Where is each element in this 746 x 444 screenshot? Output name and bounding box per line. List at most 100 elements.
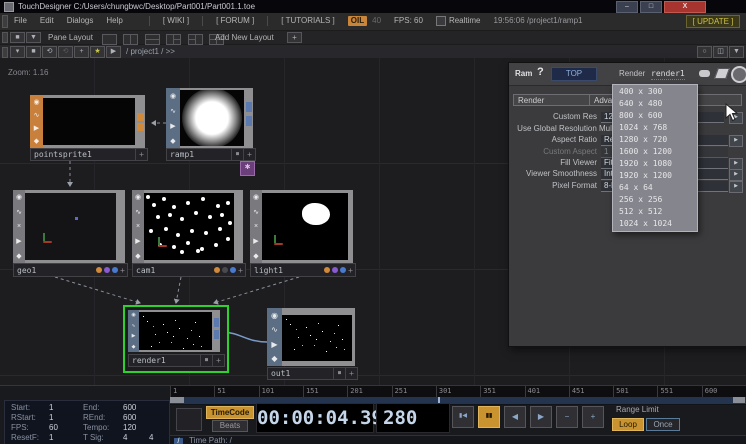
node-render1[interactable]: ◉ ∿ ▶ ◆ [128, 310, 220, 352]
tutorials-link[interactable]: [ TUTORIALS ] [281, 16, 335, 26]
tsig-value-1[interactable]: 4 [123, 432, 127, 443]
eraser-icon[interactable] [714, 68, 730, 79]
oil-badge[interactable]: OIL [348, 16, 367, 26]
pickup-flag-icon[interactable]: ◆ [253, 252, 258, 260]
node-viewer[interactable] [144, 193, 234, 260]
menu-item[interactable]: File [14, 16, 27, 25]
node-cam1[interactable]: ◉ ∿ × ▶ ◆ [132, 190, 243, 263]
menu-item[interactable]: Help [106, 16, 122, 25]
bypass-flag-icon[interactable]: ∿ [253, 208, 259, 216]
node-viewer[interactable] [262, 193, 348, 260]
output-connector[interactable] [214, 318, 219, 327]
node-sidebar[interactable]: ◉ ∿ ▶ ◆ [267, 308, 282, 366]
node-add-icon[interactable]: + [212, 355, 224, 366]
node-viewer[interactable] [43, 98, 135, 145]
resolution-menu-item[interactable]: 256 x 256 [613, 194, 697, 206]
forum-link[interactable]: [ FORUM ] [216, 16, 254, 26]
layout-preset-vsplit[interactable] [123, 34, 138, 45]
pickable-flag[interactable] [230, 267, 236, 273]
layout-preset-hsplit[interactable] [145, 34, 160, 45]
pickup-flag-icon[interactable]: ◆ [271, 354, 277, 363]
render-flag[interactable] [214, 267, 220, 273]
pause-button[interactable]: ▮▮ [478, 406, 500, 428]
resolution-menu-item[interactable]: 1920 x 1080 [613, 158, 697, 170]
node-sidebar[interactable]: ◉ ∿ ▶ ◆ [166, 88, 180, 148]
realtime-toggle[interactable]: Realtime [449, 16, 481, 26]
output-connector[interactable] [246, 116, 252, 126]
pathbar-grip[interactable] [2, 47, 8, 58]
node-render1-selection[interactable]: ◉ ∿ ▶ ◆ render1 ■ + [123, 305, 229, 373]
frame-step-box[interactable] [176, 408, 202, 431]
bypass-flag-icon[interactable]: ∿ [34, 111, 40, 119]
stop-icon[interactable]: ■ [26, 46, 41, 58]
go-to-start-button[interactable]: ▮◀ [452, 406, 474, 428]
node-name-ramp1[interactable]: ramp1 ■ + [166, 148, 256, 161]
back-history-icon[interactable]: ⟲ [42, 46, 57, 58]
bypass-flag-icon[interactable]: ∿ [16, 208, 22, 216]
output-connector[interactable] [137, 113, 144, 121]
node-sidebar[interactable]: ◉ ∿ ▶ ◆ [128, 310, 139, 352]
resolution-menu-item[interactable]: 1280 x 720 [613, 134, 697, 146]
layout-preset-single[interactable] [102, 34, 117, 45]
aspect-menu-button[interactable]: ▶ [729, 135, 743, 147]
resolution-menu-item[interactable]: 512 x 512 [613, 206, 697, 218]
forward-history-icon[interactable]: ⟲ [58, 46, 73, 58]
node-name-pointsprite1[interactable]: pointsprite1 + [30, 148, 148, 161]
smoothness-menu-button[interactable]: ▶ [729, 169, 743, 181]
bypass-flag-icon[interactable]: ∿ [131, 323, 135, 329]
lock-flag-icon[interactable]: ▶ [135, 237, 140, 245]
node-add-icon[interactable]: + [238, 265, 243, 276]
output-connector[interactable] [214, 330, 219, 339]
display-flag[interactable] [222, 267, 228, 273]
render-flag[interactable] [96, 267, 102, 273]
display-flag[interactable] [332, 267, 338, 273]
jump-icon[interactable]: ▶ [106, 46, 121, 58]
palette-badge[interactable]: ✱ [240, 161, 255, 176]
node-light1[interactable]: ◉ ∿ × ▶ ◆ [250, 190, 353, 263]
node-viewer[interactable] [25, 193, 116, 260]
timecode-mode-button[interactable]: TimeCode [206, 406, 254, 419]
layout-preset-3left[interactable] [166, 34, 181, 45]
node-add-icon[interactable]: + [135, 149, 147, 160]
wiki-link[interactable]: [ WIKI ] [163, 16, 189, 26]
tab-render[interactable]: Render [513, 94, 589, 106]
pane-split-icon[interactable]: ◫ [713, 46, 728, 58]
frame-increment-button[interactable]: + [582, 406, 604, 428]
add-layout-button[interactable]: + [287, 32, 302, 43]
op-name-field[interactable]: render1 [651, 69, 685, 80]
format-menu-button[interactable]: ▶ [729, 181, 743, 193]
node-name-render1[interactable]: render1 ■ + [128, 354, 225, 367]
render-flag[interactable] [324, 267, 330, 273]
layoutbar-grip[interactable] [2, 32, 8, 43]
pane-menu-icon[interactable]: ▾ [10, 46, 25, 58]
display-flag[interactable] [104, 267, 110, 273]
viewer-flag-icon[interactable]: ◉ [131, 312, 135, 318]
resolution-menu-item[interactable]: 1600 x 1200 [613, 146, 697, 158]
save-layout-icon[interactable]: ▼ [26, 32, 41, 43]
bookmark-pane-icon[interactable]: ■ [10, 32, 25, 43]
lock-flag-icon[interactable]: ▶ [16, 237, 21, 245]
menubar-grip[interactable] [2, 15, 8, 28]
resetf-value[interactable]: 1 [49, 432, 53, 443]
node-add-icon[interactable]: + [120, 265, 125, 276]
node-sidebar[interactable]: ◉ ∿ × ▶ ◆ [132, 190, 144, 263]
minimize-button[interactable]: – [616, 1, 638, 13]
comment-bubble-icon[interactable] [699, 70, 710, 77]
viewer-flag-icon[interactable]: ◉ [271, 311, 278, 320]
node-add-icon[interactable]: + [348, 265, 353, 276]
once-button[interactable]: Once [646, 418, 680, 431]
output-connector[interactable] [246, 102, 252, 112]
realtime-checkbox-icon[interactable] [436, 16, 446, 26]
step-back-button[interactable]: ◀ [504, 406, 526, 428]
pickup-flag-icon[interactable]: ◆ [132, 344, 136, 350]
add-bookmark-icon[interactable]: + [74, 46, 89, 58]
pickup-flag-icon[interactable]: ◆ [135, 252, 140, 260]
beats-mode-button[interactable]: Beats [212, 420, 248, 432]
node-add-icon[interactable]: + [243, 149, 255, 160]
lock-flag-icon[interactable]: ▶ [253, 237, 258, 245]
node-viewer[interactable] [282, 315, 352, 361]
resolution-menu-item[interactable]: 640 x 480 [613, 98, 697, 110]
lock-flag-icon[interactable]: ▶ [170, 122, 175, 130]
node-flag-icon[interactable]: ■ [200, 355, 212, 366]
pickup-flag-icon[interactable]: ◆ [170, 137, 175, 145]
